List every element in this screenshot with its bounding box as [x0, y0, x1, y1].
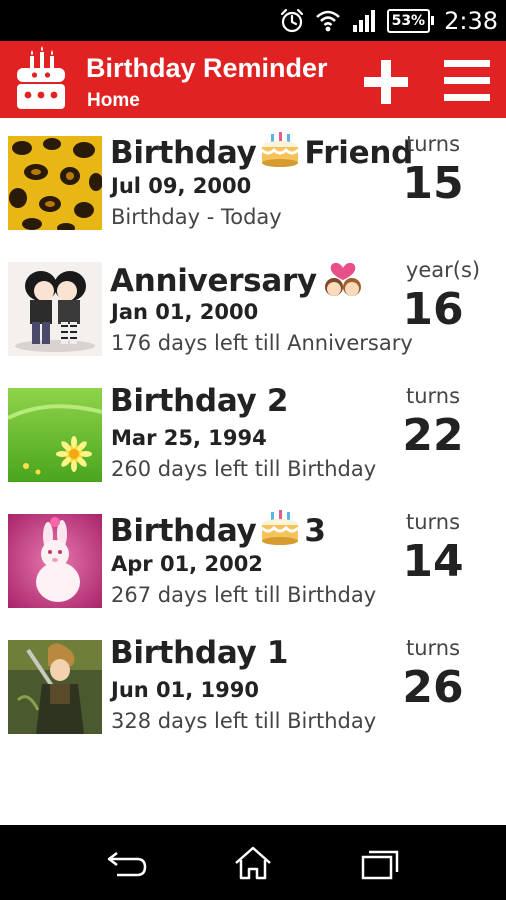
app-title: Birthday Reminder: [86, 53, 328, 83]
event-row[interactable]: Birthday Friend Jul 09, 2000 Birthday - …: [0, 118, 506, 244]
battery-level: 53%: [386, 8, 431, 33]
event-status: 267 days left till Birthday: [111, 583, 377, 607]
home-icon: [235, 846, 271, 880]
age-label: year(s): [405, 258, 481, 282]
menu-button[interactable]: [444, 58, 490, 104]
navigation-bar: [0, 825, 506, 900]
event-date: Apr 01, 2002: [111, 552, 263, 576]
age-label: turns: [405, 132, 461, 156]
app-bar: Birthday Reminder Home: [0, 41, 506, 118]
event-row[interactable]: Birthday 3 Apr 01, 2002 267 days left ti…: [0, 496, 506, 622]
battery-icon: 53%: [386, 8, 435, 33]
cake-emoji: [260, 132, 300, 177]
event-name: Birthday Friend: [110, 132, 413, 177]
back-button[interactable]: [103, 845, 153, 881]
event-status: 260 days left till Birthday: [111, 457, 377, 481]
clock: 2:38: [444, 6, 498, 35]
anime-character-thumbnail: [8, 640, 102, 734]
add-event-button[interactable]: [361, 57, 411, 107]
add-icon: [364, 60, 408, 104]
event-name: Birthday 2: [110, 383, 289, 419]
age-count: 16: [402, 284, 464, 335]
couple-illustration-thumbnail: [8, 262, 102, 356]
green-field-flower-thumbnail: [8, 388, 102, 482]
age-count: 14: [402, 536, 464, 587]
status-bar: 53% 2:38: [0, 0, 506, 41]
age-label: turns: [405, 384, 461, 408]
event-date: Jun 01, 1990: [111, 678, 259, 702]
menu-icon: [444, 60, 490, 101]
back-icon: [107, 852, 147, 877]
app-subtitle: Home: [87, 90, 140, 111]
wifi-icon: [315, 9, 341, 33]
event-name: Birthday 3: [110, 510, 326, 555]
event-status: Birthday - Today: [111, 205, 282, 229]
signal-icon: [351, 9, 377, 33]
event-date: Jul 09, 2000: [111, 174, 252, 198]
event-status: 176 days left till Anniversary: [111, 331, 413, 355]
cake-icon: [14, 46, 68, 112]
home-button[interactable]: [228, 845, 278, 881]
age-label: turns: [405, 636, 461, 660]
event-row[interactable]: Birthday 2 Mar 25, 1994 260 days left ti…: [0, 370, 506, 496]
age-count: 26: [402, 662, 464, 713]
event-name: Birthday 1: [110, 635, 289, 671]
recent-apps-button[interactable]: [355, 845, 405, 881]
age-label: turns: [405, 510, 461, 534]
event-date: Jan 01, 2000: [111, 300, 259, 324]
event-date: Mar 25, 1994: [111, 426, 267, 450]
event-row[interactable]: Anniversary Jan 01, 2000 176 days left t…: [0, 244, 506, 370]
alarm-icon: [279, 8, 305, 34]
pink-bunny-thumbnail: [8, 514, 102, 608]
recent-apps-icon: [361, 850, 399, 880]
leopard-print-thumbnail: [8, 136, 102, 230]
event-status: 328 days left till Birthday: [111, 709, 377, 733]
cake-emoji: [260, 510, 300, 555]
age-count: 15: [402, 158, 464, 209]
age-count: 22: [402, 410, 464, 461]
couple-emoji: [321, 258, 365, 307]
event-row[interactable]: Birthday 1 Jun 01, 1990 328 days left ti…: [0, 622, 506, 748]
